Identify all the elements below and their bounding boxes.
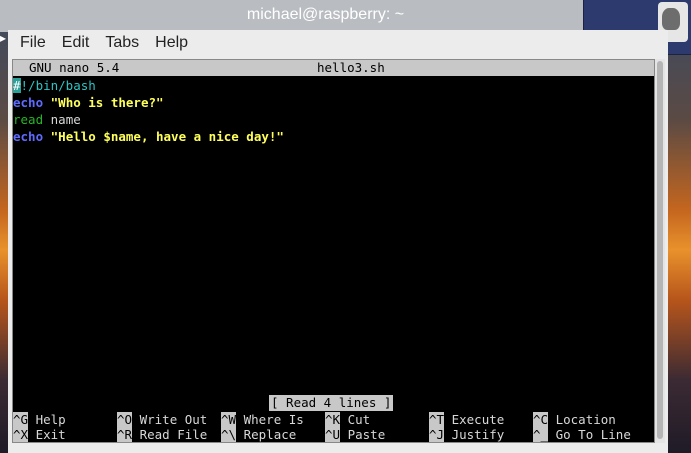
shortcut-label: Go To Line — [555, 427, 631, 442]
shortcut-replace[interactable]: ^\ Replace — [221, 427, 296, 442]
menubar: File Edit Tabs Help — [8, 30, 592, 56]
shortcut-key: ^U — [325, 427, 341, 442]
shortcut-label: Read File — [139, 427, 208, 442]
shortcut-paste[interactable]: ^U Paste — [325, 427, 385, 442]
shortcut-label: Paste — [347, 427, 386, 442]
code-line-4[interactable]: echo "Hello $name, have a nice day!" — [13, 128, 284, 145]
variable-name: name — [50, 112, 81, 127]
string-literal: "Who is there?" — [50, 95, 164, 110]
shortcut-label: Justify — [451, 427, 505, 442]
code-line-1[interactable]: #!/bin/bash — [13, 77, 96, 94]
shortcut-key: ^J — [429, 427, 445, 442]
shortcut-label: Help — [35, 412, 66, 427]
shortcut-label: Location — [555, 412, 616, 427]
shortcut-label: Cut — [347, 412, 371, 427]
shortcut-key: ^T — [429, 412, 445, 427]
shortcut-label: Where Is — [243, 412, 304, 427]
shortcut-exit[interactable]: ^X Exit — [13, 427, 66, 442]
terminal-window: File Edit Tabs Help GNU nano 5.4 hello3.… — [8, 30, 668, 453]
shortcut-justify[interactable]: ^J Justify — [429, 427, 504, 442]
shortcut-label: Replace — [243, 427, 297, 442]
shortcut-label: Exit — [35, 427, 66, 442]
shortcut-location[interactable]: ^C Location — [533, 412, 616, 427]
shortcut-bar: ^G Help ^O Write Out ^W Where Is ^K Cut … — [13, 412, 654, 442]
shortcut-cut[interactable]: ^K Cut — [325, 412, 370, 427]
keyword-echo: echo — [13, 95, 44, 110]
terminal-area[interactable]: GNU nano 5.4 hello3.sh #!/bin/bash echo … — [12, 59, 655, 443]
scrollbar-thumb[interactable] — [657, 61, 663, 439]
shortcut-label: Execute — [451, 412, 505, 427]
nano-version: GNU nano 5.4 — [29, 60, 120, 75]
keyword-echo: echo — [13, 129, 44, 144]
scrollbar[interactable] — [655, 59, 665, 443]
shortcut-key: ^R — [117, 427, 133, 442]
shortcut-key: ^K — [325, 412, 341, 427]
shortcut-key: ^C — [533, 412, 549, 427]
shortcut-key: ^X — [13, 427, 29, 442]
shortcut-key: ^\ — [221, 427, 237, 442]
shebang-text: !/bin/bash — [20, 78, 96, 93]
shortcut-label: Write Out — [139, 412, 208, 427]
menu-tabs[interactable]: Tabs — [105, 34, 139, 52]
window-title: michael@raspberry: ~ — [246, 6, 405, 23]
menu-help[interactable]: Help — [155, 34, 188, 52]
shortcut-key: ^G — [13, 412, 29, 427]
shortcut-go-to-line[interactable]: ^_ Go To Line — [533, 427, 631, 442]
status-message: [ Read 4 lines ] — [269, 395, 394, 411]
shortcut-execute[interactable]: ^T Execute — [429, 412, 504, 427]
shortcut-help[interactable]: ^G Help — [13, 412, 66, 427]
nano-filename: hello3.sh — [317, 60, 385, 75]
menu-file[interactable]: File — [20, 34, 46, 52]
shortcut-key: ^O — [117, 412, 133, 427]
shortcut-key: ^W — [221, 412, 237, 427]
string-literal: "Hello $name, have a nice day!" — [50, 129, 284, 144]
shortcut-read-file[interactable]: ^R Read File — [117, 427, 207, 442]
pointer-arrow-icon: ▸ — [0, 31, 7, 45]
nano-header: GNU nano 5.4 hello3.sh — [13, 60, 654, 76]
code-line-3[interactable]: read name — [13, 111, 81, 128]
text-cursor: # — [13, 78, 21, 93]
shortcut-where-is[interactable]: ^W Where Is — [221, 412, 304, 427]
shortcut-key: ^_ — [533, 427, 549, 442]
code-line-2[interactable]: echo "Who is there?" — [13, 94, 164, 111]
menu-edit[interactable]: Edit — [62, 34, 90, 52]
keyword-read: read — [13, 112, 44, 127]
shortcut-write-out[interactable]: ^O Write Out — [117, 412, 207, 427]
